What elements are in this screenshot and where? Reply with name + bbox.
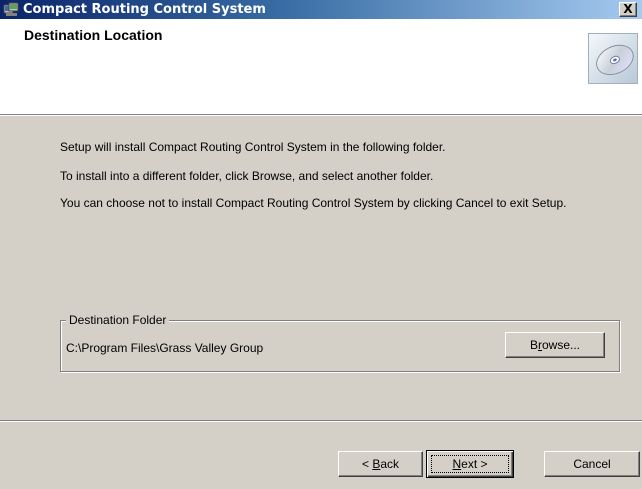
- title-bar[interactable]: Compact Routing Control System X: [0, 0, 642, 19]
- cancel-button[interactable]: Cancel: [544, 451, 640, 477]
- next-button[interactable]: Next >: [426, 450, 514, 478]
- page-title: Destination Location: [24, 27, 163, 43]
- footer-separator-highlight: [0, 421, 642, 422]
- window-title: Compact Routing Control System: [23, 2, 266, 17]
- browse-info-text: To install into a different folder, clic…: [60, 169, 434, 183]
- focus-rectangle: [431, 455, 509, 473]
- destination-folder-label: Destination Folder: [66, 313, 170, 327]
- back-button[interactable]: < Back: [338, 451, 423, 477]
- cancel-button-label: Cancel: [573, 457, 611, 471]
- close-icon: X: [623, 2, 633, 16]
- destination-folder-path: C:\Program Files\Grass Valley Group: [66, 341, 264, 355]
- cd-disc-icon: [588, 33, 638, 84]
- setup-app-icon: [3, 2, 19, 16]
- install-info-text: Setup will install Compact Routing Contr…: [60, 140, 446, 154]
- browse-button-label: Browse...: [529, 338, 581, 352]
- cancel-info-text: You can choose not to install Compact Ro…: [60, 196, 567, 210]
- close-button[interactable]: X: [619, 2, 637, 17]
- browse-button[interactable]: Browse...: [505, 332, 605, 358]
- back-button-label: < Back: [361, 457, 400, 471]
